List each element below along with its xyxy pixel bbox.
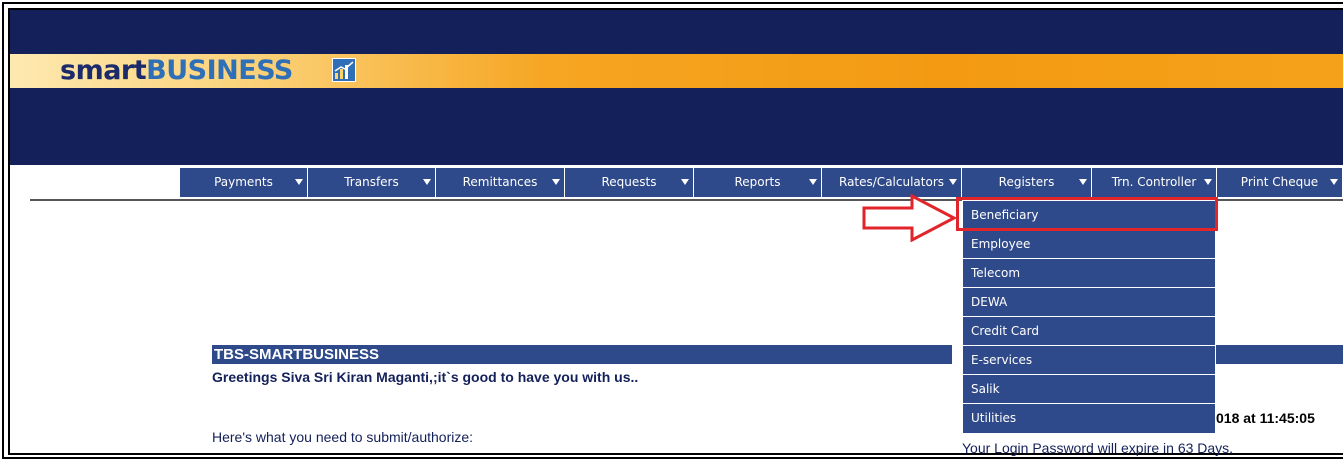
greeting-text: Greetings Siva Sri Kiran Maganti,;it`s g… [212,369,639,385]
logo[interactable]: smartBUSINESS [60,54,293,88]
caret-down-icon [1079,179,1087,185]
nav-label: Registers [998,175,1055,189]
nav-reports[interactable]: Reports [694,168,822,197]
menu-item-employee[interactable]: Employee [963,230,1215,259]
pointer-arrow-icon [862,194,958,242]
nav-trn-controller[interactable]: Trn. Controller [1092,168,1217,197]
main-nav: Payments Transfers Remittances Requests … [180,168,1343,197]
caret-down-icon [423,179,431,185]
menu-item-utilities[interactable]: Utilities [963,404,1215,433]
nav-rates-calculators[interactable]: Rates/Calculators [822,168,962,197]
highlight-box [956,197,1218,231]
nav-label: Print Cheque [1240,175,1319,189]
submit-authorize-text: Here's what you need to submit/authorize… [212,429,474,445]
menu-item-telecom[interactable]: Telecom [963,259,1215,288]
nav-remittances[interactable]: Remittances [436,168,565,197]
logo-text-business: BUSINESS [146,55,293,86]
nav-label: Transfers [344,175,399,189]
section-title: TBS-SMARTBUSINESS [212,345,952,364]
caret-down-icon [949,179,957,185]
caret-down-icon [1330,179,1338,185]
caret-down-icon [809,179,817,185]
nav-registers[interactable]: Registers [962,168,1092,197]
menu-item-salik[interactable]: Salik [963,375,1215,404]
caret-down-icon [552,179,560,185]
caret-down-icon [681,179,689,185]
caret-down-icon [1204,179,1212,185]
last-login-timestamp: 018 at 11:45:05 [1216,410,1315,426]
password-expiry-notice: Your Login Password will expire in 63 Da… [962,440,1234,456]
nav-transfers[interactable]: Transfers [308,168,436,197]
logo-chart-icon [332,58,356,82]
nav-label: Requests [601,175,657,189]
menu-item-e-services[interactable]: E-services [963,346,1215,375]
nav-label: Trn. Controller [1111,175,1197,189]
registers-dropdown-menu: Beneficiary Employee Telecom DEWA Credit… [962,200,1216,434]
nav-print-cheque[interactable]: Print Cheque [1217,168,1343,197]
caret-down-icon [295,179,303,185]
nav-label: Rates/Calculators [839,175,944,189]
section-title-bar-right [1216,345,1343,364]
menu-item-dewa[interactable]: DEWA [963,288,1215,317]
nav-payments[interactable]: Payments [180,168,308,197]
nav-label: Remittances [462,175,538,189]
nav-label: Payments [214,175,273,189]
nav-label: Reports [734,175,781,189]
logo-text-smart: smart [60,55,147,86]
nav-requests[interactable]: Requests [565,168,694,197]
menu-item-credit-card[interactable]: Credit Card [963,317,1215,346]
